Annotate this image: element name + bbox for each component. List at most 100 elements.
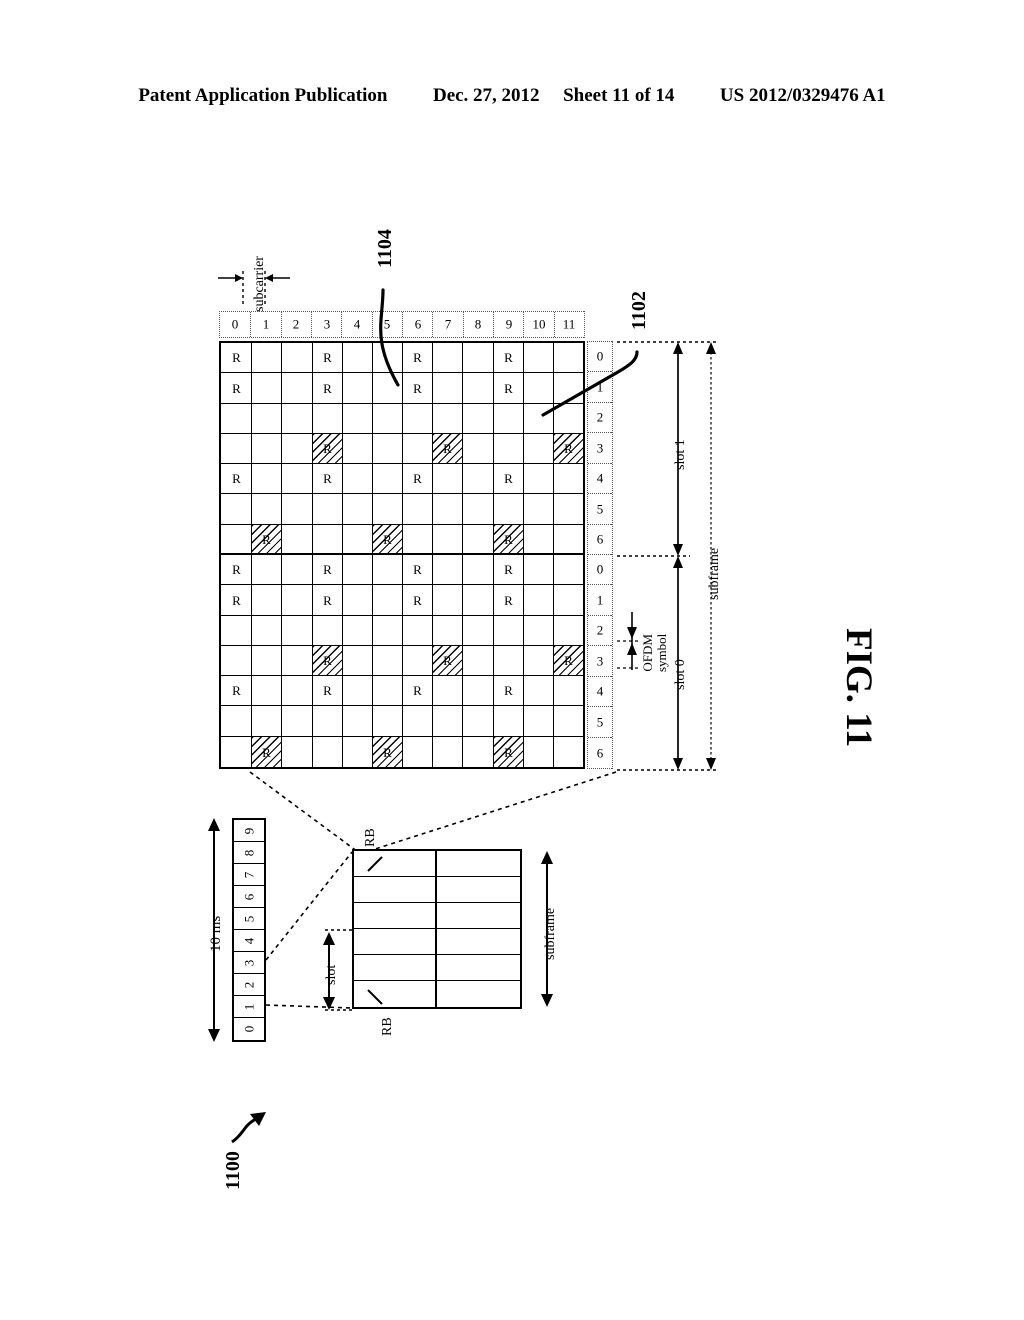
resource-element: [522, 736, 553, 767]
ofdm-symbol-index-cell: 4: [588, 463, 612, 495]
resource-element: [432, 403, 463, 434]
resource-element: [552, 555, 583, 586]
ofdm-symbol-index-cell: 1: [588, 372, 612, 403]
subcarrier-index-text: 10: [532, 316, 546, 332]
resource-element-reference-symbol: R: [402, 555, 433, 586]
resource-element: [492, 615, 523, 646]
resource-element: [402, 403, 433, 434]
ofdm-symbol-index-text: 0: [596, 561, 604, 577]
reference-symbol-text: R: [443, 440, 453, 456]
resource-element: [281, 706, 312, 737]
resource-element: [432, 706, 463, 737]
subframe-index-text: 4: [241, 937, 256, 944]
resource-element-reference-symbol: R: [311, 676, 342, 707]
ofdm-symbol-index-text: 1: [596, 379, 604, 395]
resource-element: [251, 464, 282, 495]
resource-element-hatched-reference-symbol: R: [251, 524, 282, 555]
subframe-cell: 6: [234, 886, 264, 908]
resource-element-reference-symbol: R: [492, 585, 523, 616]
ofdm-symbol-index-cell: 2: [588, 615, 612, 647]
ofdm-symbol-index-cell: 0: [588, 342, 612, 373]
ofdm-symbol-index-text: 2: [596, 622, 604, 638]
ofdm-symbol-label-line2: symbol: [653, 633, 669, 672]
reference-symbol-text: R: [262, 744, 272, 760]
resource-element-hatched-reference-symbol: R: [492, 736, 523, 767]
figure-canvas: subcarrier 01234560123456 11 10 9 8 7 6 5 4 3 2 1 0…: [0, 0, 1024, 1320]
resource-element-hatched-reference-symbol: R: [371, 524, 403, 555]
resource-element: [221, 494, 252, 525]
ofdm-symbol-index-cell: 5: [588, 494, 612, 525]
ofdm-symbol-index-text: 4: [596, 683, 604, 699]
resource-element: [402, 736, 433, 767]
resource-element: [341, 464, 372, 495]
resource-element: [251, 343, 282, 374]
resource-element: [341, 555, 372, 586]
resource-element-hatched-reference-symbol: R: [492, 524, 523, 555]
reference-symbol-text: R: [413, 471, 422, 487]
reference-symbol-text: R: [503, 531, 513, 547]
resource-element: [492, 706, 523, 737]
slot0-label: slot 0: [673, 659, 688, 690]
subframe-cell: 8: [234, 842, 264, 864]
subframe-cell: 1: [234, 996, 264, 1018]
reference-symbol-text: R: [413, 683, 422, 699]
resource-element: [371, 615, 403, 646]
resource-element: [432, 494, 463, 525]
resource-element: [432, 524, 463, 555]
resource-element: [341, 373, 372, 404]
resource-element: [371, 706, 403, 737]
ofdm-symbol-index-text: 0: [596, 348, 604, 364]
resource-element: [462, 403, 493, 434]
resource-element-reference-symbol: R: [221, 585, 252, 616]
ofdm-symbol-index-cell: 4: [588, 676, 612, 708]
resource-element: [221, 433, 252, 465]
resource-element: [462, 464, 493, 495]
resource-element: [462, 555, 493, 586]
resource-element: [552, 494, 583, 525]
resource-element: [522, 343, 553, 374]
subcarrier-index-cell: 7: [432, 312, 463, 337]
resource-element: [522, 403, 553, 434]
subframe-index-text: 1: [241, 1003, 256, 1010]
subcarrier-index-cell: 2: [280, 312, 311, 337]
resource-element: [341, 736, 372, 767]
reference-symbol-text: R: [503, 744, 513, 760]
resource-element: [221, 403, 252, 434]
ofdm-symbol-label: OFDM symbol: [640, 633, 669, 672]
resource-element: [552, 736, 583, 767]
resource-element-reference-symbol: R: [402, 373, 433, 404]
subcarrier-index-text: 1: [262, 316, 270, 332]
subcarrier-index-text: 3: [323, 316, 330, 332]
resource-element: [221, 615, 252, 646]
resource-element: [371, 343, 403, 374]
resource-element: [281, 403, 312, 434]
resource-element: [552, 706, 583, 737]
subframe-cell: 0: [234, 1018, 264, 1040]
reference-symbol-text: R: [413, 380, 422, 396]
resource-element: [311, 706, 342, 737]
rb-label-top: RB: [363, 828, 378, 847]
resource-element: [251, 494, 282, 525]
reference-symbol-text: R: [322, 592, 332, 608]
subframe-cell: 5: [234, 908, 264, 930]
resource-element: [371, 555, 403, 586]
resource-element: [371, 645, 403, 677]
subframe-cell: 7: [234, 864, 264, 886]
reference-symbol-text: R: [231, 471, 241, 487]
subcarrier-index-cell: 4: [341, 312, 372, 337]
resource-element-reference-symbol: R: [221, 373, 252, 404]
ofdm-symbol-index-cell: 0: [588, 555, 612, 586]
resource-element: [522, 373, 553, 404]
resource-element-reference-symbol: R: [402, 464, 433, 495]
resource-element: [432, 343, 463, 374]
resource-element-hatched-reference-symbol: R: [311, 645, 342, 677]
resource-element: [251, 676, 282, 707]
reference-symbol-text: R: [383, 744, 392, 760]
resource-element: [311, 403, 342, 434]
reference-symbol-text: R: [503, 471, 513, 487]
subcarrier-index-cell: 5: [371, 312, 402, 337]
resource-block: [437, 929, 520, 955]
resource-element: [371, 403, 403, 434]
resource-element: [281, 524, 312, 555]
resource-element: [341, 494, 372, 525]
